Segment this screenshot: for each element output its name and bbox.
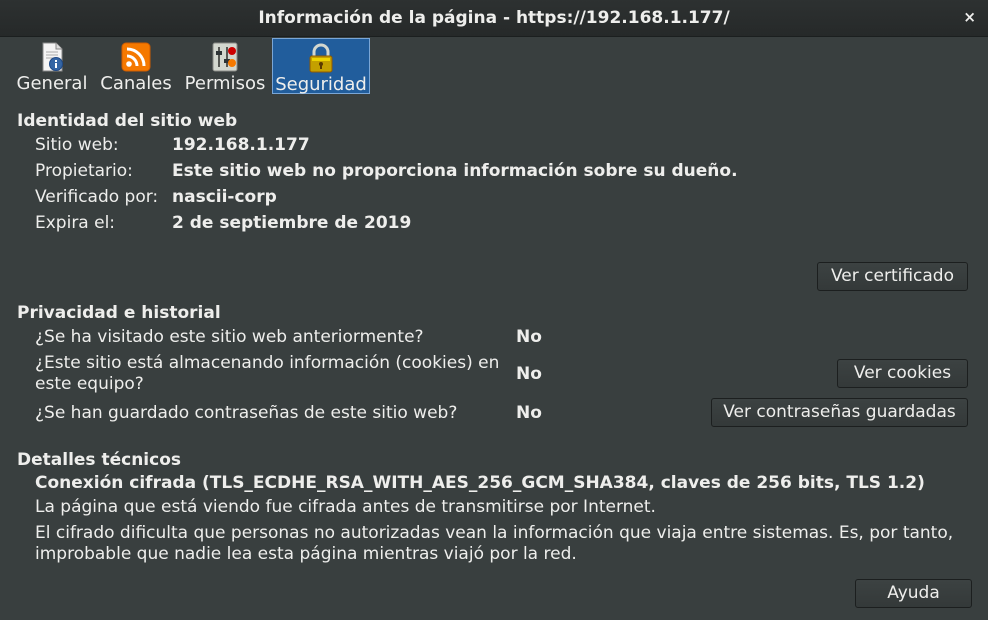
tab-permisos[interactable]: Permisos — [184, 38, 266, 94]
view-certificate-button[interactable]: Ver certificado — [817, 262, 968, 291]
connection-details: Conexión cifrada (TLS_ECDHE_RSA_WITH_AES… — [35, 473, 925, 493]
expires-value: 2 de septiembre de 2019 — [172, 213, 412, 233]
cookies-answer: No — [516, 364, 542, 384]
permissions-icon — [212, 42, 238, 72]
tab-general-label: General — [16, 73, 88, 94]
technical-line-2: El cifrado dificulta que personas no aut… — [35, 523, 954, 543]
help-button[interactable]: Ayuda — [855, 579, 972, 608]
technical-line-1: La página que está viendo fue cifrada an… — [35, 497, 656, 517]
passwords-answer: No — [516, 403, 542, 423]
cookies-question-line1: ¿Este sitio está almacenando información… — [35, 353, 500, 373]
verified-by-value: nascii-corp — [172, 187, 277, 207]
expires-label: Expira el: — [35, 213, 116, 233]
owner-label: Propietario: — [35, 161, 133, 181]
tab-general[interactable]: General — [16, 38, 88, 94]
padlock-icon — [309, 43, 333, 73]
cookies-question-line2: este equipo? — [35, 374, 144, 394]
tab-toolbar: General Canales Permisos Seguridad — [0, 37, 988, 96]
passwords-question: ¿Se han guardado contraseñas de este sit… — [35, 403, 458, 423]
technical-heading: Detalles técnicos — [17, 450, 181, 470]
privacy-heading: Privacidad e historial — [17, 303, 221, 323]
security-panel: Identidad del sitio web Sitio web: 192.1… — [0, 96, 988, 620]
view-cookies-button[interactable]: Ver cookies — [837, 359, 968, 388]
website-value: 192.168.1.177 — [172, 135, 310, 155]
identity-heading: Identidad del sitio web — [17, 111, 238, 131]
tab-permisos-label: Permisos — [184, 73, 266, 94]
verified-by-label: Verificado por: — [35, 187, 159, 207]
window-title: Información de la página - https://192.1… — [258, 8, 730, 28]
page-info-icon — [42, 42, 63, 72]
close-icon[interactable]: × — [963, 8, 976, 26]
visited-question: ¿Se ha visitado este sitio web anteriorm… — [35, 327, 424, 347]
tab-seguridad-label: Seguridad — [275, 74, 367, 95]
tab-canales[interactable]: Canales — [98, 38, 174, 94]
technical-line-3: improbable que nadie lea esta página mie… — [35, 544, 577, 564]
view-saved-passwords-button[interactable]: Ver contraseñas guardadas — [711, 398, 968, 427]
website-label: Sitio web: — [35, 135, 119, 155]
owner-value: Este sitio web no proporciona informació… — [172, 161, 738, 181]
window-titlebar: Información de la página - https://192.1… — [0, 0, 988, 37]
visited-answer: No — [516, 327, 542, 347]
rss-feed-icon — [121, 42, 151, 72]
tab-canales-label: Canales — [100, 73, 172, 94]
tab-seguridad[interactable]: Seguridad — [272, 38, 370, 95]
